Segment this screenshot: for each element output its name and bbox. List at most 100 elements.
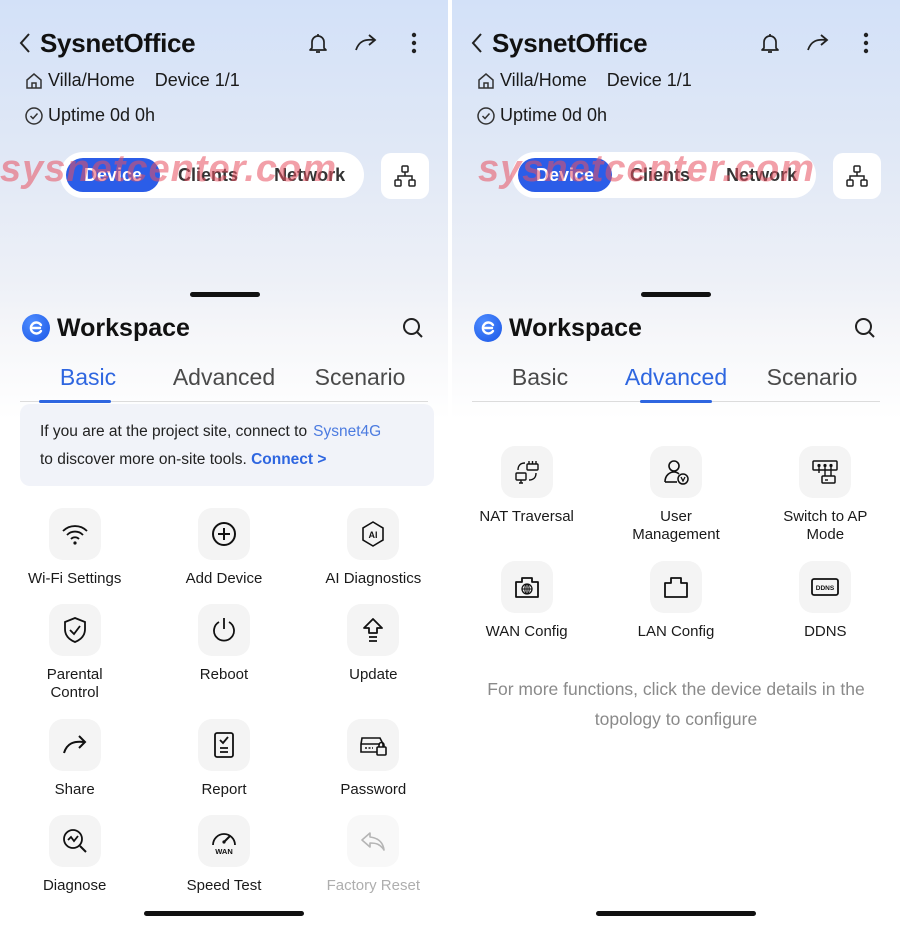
- share-arrow-icon: [355, 34, 377, 51]
- topology-button[interactable]: [833, 153, 881, 199]
- tool-password[interactable]: Password: [299, 719, 448, 815]
- tool-wan-config[interactable]: WAN Config: [452, 561, 601, 676]
- tool-parental-control[interactable]: Parental Control: [0, 604, 149, 719]
- segment-clients[interactable]: Clients: [160, 158, 256, 192]
- tool-label: Speed Test: [186, 877, 262, 894]
- notice-text-1: If you are at the project site, connect …: [40, 423, 308, 440]
- tool-label: Update: [349, 666, 398, 683]
- tool-speed-test[interactable]: WAN Speed Test: [149, 815, 298, 911]
- more-button[interactable]: [852, 29, 880, 57]
- search-button[interactable]: [400, 315, 426, 341]
- topology-hint: For more functions, click the device det…: [487, 679, 865, 729]
- tool-user-management[interactable]: User Management: [601, 446, 750, 561]
- router-lock-icon: [360, 737, 388, 756]
- tab-advanced[interactable]: Advanced: [156, 360, 292, 401]
- workspace-title: Workspace: [509, 313, 642, 342]
- uptime-label: Uptime 0d 0h: [48, 105, 156, 125]
- more-button[interactable]: [400, 29, 428, 57]
- nat-traversal-icon: [514, 461, 539, 484]
- workspace-tabs: Basic Advanced Scenario: [20, 360, 428, 402]
- workspace-logo-icon: [22, 314, 50, 342]
- diagnose-icon: [62, 829, 87, 853]
- tool-label: Factory Reset: [326, 877, 420, 894]
- view-switcher: Device Clients Network: [60, 152, 364, 198]
- back-chevron-icon: [471, 33, 482, 53]
- add-circle-icon: [211, 522, 236, 546]
- onsite-notice: If you are at the project site, connect …: [20, 404, 434, 486]
- notifications-button[interactable]: [304, 29, 332, 57]
- segment-network[interactable]: Network: [708, 158, 815, 192]
- sheet-grabber[interactable]: [641, 292, 711, 297]
- tool-label: AI Diagnostics: [325, 570, 422, 587]
- workspace-tabs: Basic Advanced Scenario: [472, 360, 880, 402]
- search-button[interactable]: [852, 315, 878, 341]
- screen-advanced: SysnetOffice Villa/Home Device 1/1 Uptim…: [452, 0, 900, 926]
- topology-button[interactable]: [381, 153, 429, 199]
- ap-mode-icon: [812, 460, 839, 484]
- share-button[interactable]: [352, 29, 380, 57]
- segment-network[interactable]: Network: [256, 158, 363, 192]
- ai-diagnostics-icon: AI: [362, 521, 385, 547]
- site-title: SysnetOffice: [40, 27, 196, 58]
- tab-scenario[interactable]: Scenario: [744, 360, 880, 401]
- share-arrow-icon: [807, 34, 829, 51]
- more-vertical-icon: [411, 32, 417, 54]
- tool-report[interactable]: Report: [149, 719, 298, 815]
- topology-icon: [394, 165, 416, 187]
- wifi-icon: [62, 525, 88, 545]
- tool-lan-config[interactable]: LAN Config: [601, 561, 750, 676]
- check-circle-icon: [24, 106, 44, 126]
- back-chevron-icon: [19, 33, 30, 53]
- tool-ai-diagnostics[interactable]: AI AI Diagnostics: [299, 508, 448, 604]
- bell-icon: [761, 34, 779, 53]
- connect-link[interactable]: Connect >: [251, 451, 326, 468]
- share-button[interactable]: [804, 29, 832, 57]
- tool-reboot[interactable]: Reboot: [149, 604, 298, 719]
- svg-text:WAN: WAN: [215, 847, 233, 855]
- tool-add-device[interactable]: Add Device: [149, 508, 298, 604]
- tool-switch-to-ap-mode[interactable]: Switch to AP Mode: [751, 446, 900, 561]
- tool-wifi-settings[interactable]: Wi-Fi Settings: [0, 508, 149, 604]
- tool-ddns[interactable]: DDNS DDNS: [751, 561, 900, 676]
- tab-basic[interactable]: Basic: [20, 360, 156, 401]
- location-label[interactable]: Villa/Home: [48, 70, 135, 91]
- tab-advanced[interactable]: Advanced: [608, 360, 744, 401]
- tool-label: Report: [201, 781, 247, 798]
- top-bar: SysnetOffice: [18, 26, 428, 60]
- tool-diagnose[interactable]: Diagnose: [0, 815, 149, 911]
- bell-icon: [309, 34, 327, 53]
- device-count: Device 1/1: [606, 70, 692, 90]
- advanced-tools-grid: NAT Traversal User Management Switch to …: [452, 446, 900, 676]
- power-icon: [213, 618, 235, 642]
- tool-update[interactable]: Update: [299, 604, 448, 719]
- tab-scenario[interactable]: Scenario: [292, 360, 428, 401]
- segment-device[interactable]: Device: [66, 158, 161, 192]
- view-switcher: Device Clients Network: [512, 152, 816, 198]
- segment-clients[interactable]: Clients: [612, 158, 708, 192]
- user-management-icon: [664, 460, 689, 485]
- tool-factory-reset[interactable]: Factory Reset: [299, 815, 448, 911]
- tab-basic[interactable]: Basic: [472, 360, 608, 401]
- notice-text-2: to discover more on-site tools.: [40, 451, 247, 468]
- site-title: SysnetOffice: [492, 27, 648, 58]
- search-icon: [403, 318, 423, 338]
- uptime-label: Uptime 0d 0h: [500, 105, 608, 125]
- segment-device[interactable]: Device: [518, 158, 613, 192]
- back-button[interactable]: [470, 28, 488, 58]
- notifications-button[interactable]: [756, 29, 784, 57]
- tool-share[interactable]: Share: [0, 719, 149, 815]
- tool-nat-traversal[interactable]: NAT Traversal: [452, 446, 601, 561]
- home-indicator[interactable]: [596, 911, 756, 916]
- shield-check-icon: [63, 617, 86, 643]
- ddns-icon: DDNS: [811, 578, 840, 596]
- workspace-header: Workspace: [474, 312, 878, 344]
- notice-ssid: Sysnet4G: [313, 423, 382, 440]
- sheet-grabber[interactable]: [190, 292, 260, 297]
- screen-basic: SysnetOffice Villa/Home Device 1/1 Uptim…: [0, 0, 448, 926]
- top-bar: SysnetOffice: [470, 26, 880, 60]
- home-indicator[interactable]: [144, 911, 304, 916]
- back-button[interactable]: [18, 28, 36, 58]
- home-icon: [476, 71, 496, 91]
- location-label[interactable]: Villa/Home: [500, 70, 587, 91]
- tool-label: DDNS: [804, 623, 847, 640]
